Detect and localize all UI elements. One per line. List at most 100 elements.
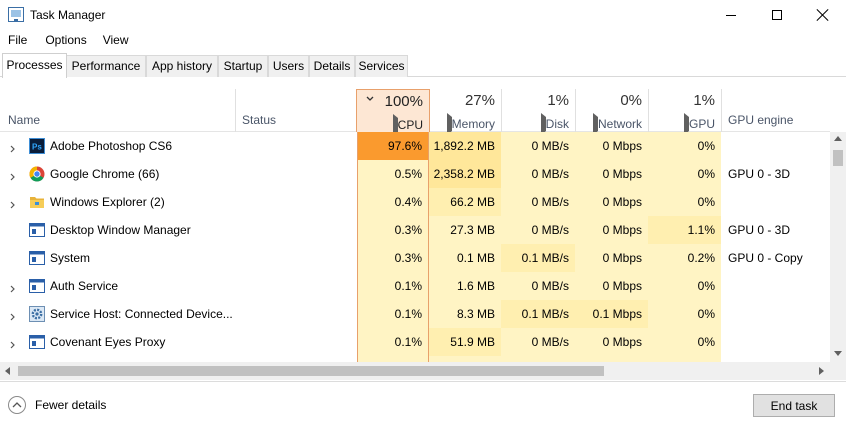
gpu-value: 0%	[648, 160, 721, 188]
scroll-left-icon[interactable]	[5, 367, 10, 375]
vertical-scrollbar[interactable]	[830, 132, 846, 362]
gpu-value: 0%	[648, 132, 721, 160]
disk-value: 0 MB/s	[501, 328, 575, 356]
gpu-engine-value	[722, 272, 830, 300]
gpu-engine-value	[722, 328, 830, 356]
gear-icon	[29, 306, 45, 322]
scroll-right-icon[interactable]	[819, 367, 824, 375]
tab-startup[interactable]: Startup	[218, 55, 268, 77]
table-row[interactable]: Covenant Eyes Proxy 0.1% 51.9 MB 0 MB/s …	[0, 328, 830, 356]
memory-value: 1,892.2 MB	[429, 132, 501, 160]
column-header: Name Status 100% CPU 27% Memory 1% Disk …	[0, 89, 830, 136]
vertical-scroll-thumb[interactable]	[833, 150, 843, 166]
process-name: Auth Service	[50, 279, 119, 293]
horizontal-scroll-thumb[interactable]	[18, 366, 604, 376]
close-button[interactable]	[800, 0, 846, 30]
header-cpu[interactable]: 100% CPU	[356, 89, 430, 136]
chevron-right-icon[interactable]	[9, 338, 17, 349]
chevron-right-icon[interactable]	[9, 198, 17, 209]
gpu-engine-value	[722, 300, 830, 328]
header-gpu[interactable]: 1% GPU	[649, 89, 722, 135]
end-task-button[interactable]: End task	[753, 394, 835, 417]
scrollbar-corner	[830, 362, 846, 380]
tab-services[interactable]: Services	[355, 55, 408, 77]
header-memory-pct: 27%	[464, 92, 495, 109]
minimize-button[interactable]	[708, 0, 754, 30]
header-memory[interactable]: 27% Memory	[430, 89, 502, 135]
process-name: Google Chrome (66)	[50, 167, 160, 181]
tab-processes[interactable]: Processes	[2, 53, 67, 78]
fewer-details-link[interactable]: Fewer details	[8, 395, 106, 415]
process-name: Windows Explorer (2)	[50, 195, 165, 209]
table-row[interactable]: Service Host: Connected Device... 0.1% 8…	[0, 300, 830, 328]
tab-app-history[interactable]: App history	[146, 55, 218, 77]
cpu-value: 97.6%	[357, 132, 429, 160]
task-manager-icon	[8, 7, 24, 22]
process-list: Ps Adobe Photoshop CS6 97.6% 1,892.2 MB …	[0, 132, 830, 362]
header-name[interactable]: Name	[0, 89, 236, 132]
chevron-up-icon	[8, 396, 26, 414]
memory-value: 0.1 MB	[429, 244, 501, 272]
chevron-right-icon[interactable]	[9, 142, 17, 153]
cpu-value: 0.1%	[357, 300, 429, 328]
table-row[interactable]: Desktop Window Manager 0.3% 27.3 MB 0 MB…	[0, 216, 830, 244]
cpu-value: 0.4%	[357, 188, 429, 216]
process-name: Desktop Window Manager	[50, 223, 191, 237]
disk-value: 0.1 MB/s	[501, 300, 575, 328]
tab-performance[interactable]: Performance	[66, 55, 146, 77]
scroll-down-icon[interactable]	[834, 351, 842, 356]
table-row[interactable]: Google Chrome (66) 0.5% 2,358.2 MB 0 MB/…	[0, 160, 830, 188]
gpu-value: 0%	[648, 300, 721, 328]
tab-strip: Processes Performance App history Startu…	[0, 53, 846, 78]
scroll-up-icon[interactable]	[834, 136, 842, 141]
table-row[interactable]: Windows Explorer (2) 0.4% 66.2 MB 0 MB/s…	[0, 188, 830, 216]
header-gpu-engine[interactable]: GPU engine	[722, 89, 830, 132]
table-row[interactable]: Ps Adobe Photoshop CS6 97.6% 1,892.2 MB …	[0, 132, 830, 160]
header-network[interactable]: 0% Network	[576, 89, 649, 135]
header-disk[interactable]: 1% Disk	[502, 89, 576, 135]
header-gpu-pct: 1%	[693, 92, 715, 109]
gpu-engine-value	[722, 132, 830, 160]
network-value: 0 Mbps	[575, 160, 648, 188]
process-name: System	[50, 251, 91, 265]
header-status[interactable]: Status	[236, 89, 356, 132]
chevron-right-icon[interactable]	[9, 170, 17, 181]
cpu-value: 0.5%	[357, 160, 429, 188]
tab-users[interactable]: Users	[268, 55, 309, 77]
network-value: 0.1 Mbps	[575, 300, 648, 328]
memory-value: 1.6 MB	[429, 272, 501, 300]
horizontal-scrollbar[interactable]	[0, 362, 830, 380]
header-gpu-engine-label: GPU engine	[728, 113, 794, 127]
header-network-pct: 0%	[620, 92, 642, 109]
gpu-engine-value: GPU 0 - 3D	[728, 167, 791, 181]
disk-value: 0 MB/s	[501, 160, 575, 188]
maximize-button[interactable]	[754, 0, 800, 30]
window-title: Task Manager	[30, 8, 106, 22]
header-status-label: Status	[242, 113, 277, 127]
memory-value: 66.2 MB	[429, 188, 501, 216]
memory-value: 27.3 MB	[429, 216, 501, 244]
svg-text:Ps: Ps	[32, 143, 42, 152]
chrome-icon	[29, 166, 45, 182]
menu-file[interactable]: File	[0, 31, 37, 51]
table-row[interactable]: System 0.3% 0.1 MB 0.1 MB/s 0 Mbps 0.2% …	[0, 244, 830, 272]
menu-options[interactable]: Options	[37, 31, 94, 51]
chevron-right-icon[interactable]	[9, 282, 17, 293]
window-app-icon	[29, 250, 45, 266]
header-name-label: Name	[8, 113, 41, 127]
cpu-value: 0.1%	[357, 328, 429, 356]
title-bar[interactable]: Task Manager	[0, 0, 846, 30]
network-value: 0 Mbps	[575, 328, 648, 356]
memory-value: 2,358.2 MB	[429, 160, 501, 188]
header-cpu-pct: 100%	[384, 93, 423, 110]
network-value: 0 Mbps	[575, 272, 648, 300]
disk-value: 0 MB/s	[501, 132, 575, 160]
chevron-right-icon[interactable]	[9, 310, 17, 321]
menu-view[interactable]: View	[95, 31, 137, 51]
table-row[interactable]: Auth Service 0.1% 1.6 MB 0 MB/s 0 Mbps 0…	[0, 272, 830, 300]
minimize-icon	[726, 14, 736, 16]
tab-details[interactable]: Details	[309, 55, 355, 77]
network-value: 0 Mbps	[575, 216, 648, 244]
process-name: Covenant Eyes Proxy	[50, 335, 166, 349]
disk-value: 0 MB/s	[501, 272, 575, 300]
